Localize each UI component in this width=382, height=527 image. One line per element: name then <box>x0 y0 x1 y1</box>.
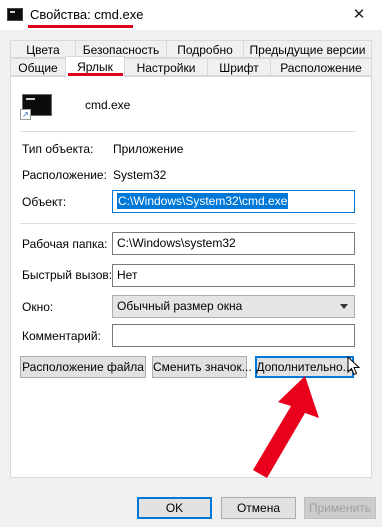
target-value: C:\Windows\System32\cmd.exe <box>117 193 289 209</box>
window-label: Окно: <box>22 300 54 314</box>
comment-input[interactable] <box>112 324 355 347</box>
type-label: Тип объекта: <box>22 142 94 156</box>
comment-label: Комментарий: <box>22 329 101 343</box>
file-name: cmd.exe <box>85 98 131 112</box>
hotkey-input[interactable]: Нет <box>112 264 355 287</box>
mouse-cursor-icon <box>347 356 361 376</box>
window-select[interactable]: Обычный размер окна <box>112 295 355 318</box>
chevron-down-icon <box>340 304 348 309</box>
open-file-location-button[interactable]: Расположение файла <box>20 356 146 378</box>
divider <box>20 131 356 132</box>
location-value: System32 <box>113 168 167 182</box>
red-arrow-icon <box>253 376 319 478</box>
tab-layout[interactable]: Расположение <box>270 58 372 76</box>
cancel-button[interactable]: Отмена <box>221 497 296 519</box>
target-input[interactable]: C:\Windows\System32\cmd.exe <box>112 190 355 213</box>
title-bar: Свойства: cmd.exe ✕ <box>0 0 382 30</box>
change-icon-button[interactable]: Сменить значок... <box>152 356 252 378</box>
tab-red-underline <box>68 73 123 76</box>
tab-previous-versions[interactable]: Предыдущие версии <box>243 40 372 58</box>
location-label: Расположение: <box>22 168 107 182</box>
type-value: Приложение <box>113 142 184 156</box>
window-select-value: Обычный размер окна <box>117 299 243 313</box>
tab-options[interactable]: Настройки <box>124 58 208 76</box>
close-button[interactable]: ✕ <box>336 0 382 30</box>
tab-general[interactable]: Общие <box>10 58 66 76</box>
target-label: Объект: <box>22 195 67 209</box>
divider <box>20 223 356 224</box>
apply-button[interactable]: Применить <box>304 497 376 519</box>
window-title: Свойства: cmd.exe <box>30 7 144 22</box>
ok-button[interactable]: OK <box>137 497 212 519</box>
hotkey-label: Быстрый вызов: <box>22 268 113 282</box>
workdir-label: Рабочая папка: <box>22 237 108 251</box>
title-red-underline <box>28 25 133 28</box>
tab-details[interactable]: Подробно <box>166 40 244 58</box>
tab-font[interactable]: Шрифт <box>207 58 271 76</box>
workdir-input[interactable]: C:\Windows\system32 <box>112 232 355 255</box>
shortcut-overlay-icon: ↗ <box>20 109 31 120</box>
cmd-app-icon <box>7 8 23 21</box>
